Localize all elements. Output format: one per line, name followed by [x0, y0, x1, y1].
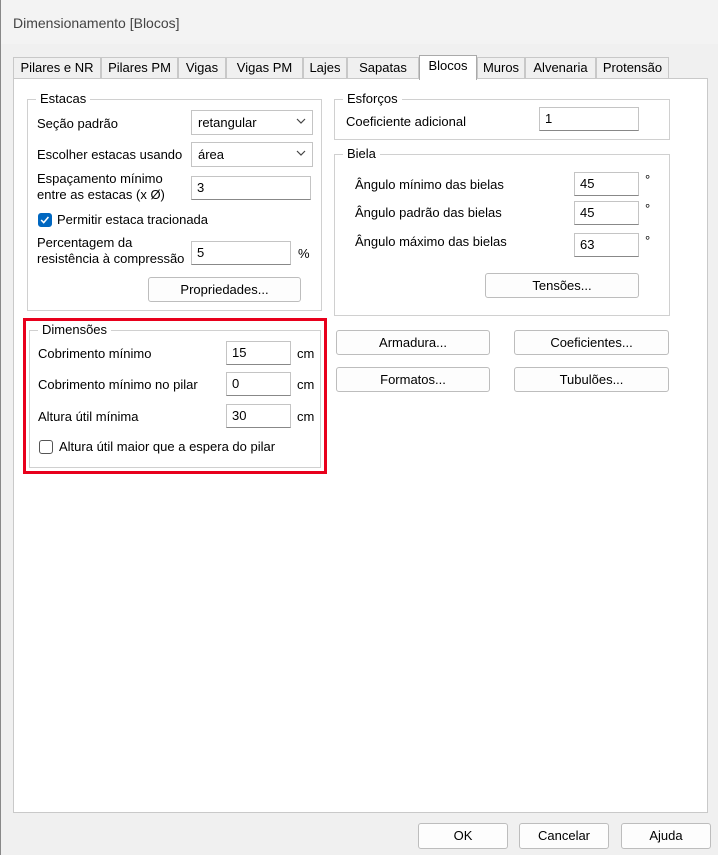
check-icon: [40, 216, 50, 224]
percentagem-label-2: resistência à compressão: [37, 251, 185, 266]
escolher-estacas-value: área: [198, 147, 225, 162]
highlight-box: [23, 318, 327, 474]
tab-lajes[interactable]: Lajes: [303, 57, 347, 78]
formatos-button[interactable]: Formatos...: [336, 367, 490, 392]
tensoes-button[interactable]: Tensões...: [485, 273, 639, 298]
biela-legend: Biela: [343, 146, 380, 161]
angulo-padrao-unit: °: [645, 201, 651, 216]
title-bar: Dimensionamento [Blocos]: [1, 0, 718, 44]
percentagem-label-1: Percentagem da: [37, 235, 133, 250]
armadura-button[interactable]: Armadura...: [336, 330, 490, 355]
estacas-legend: Estacas: [36, 91, 91, 106]
percentagem-input[interactable]: 5: [191, 241, 291, 265]
tab-pilares-e-nr[interactable]: Pilares e NR: [13, 57, 101, 78]
percentagem-unit: %: [298, 246, 310, 261]
permitir-tracionada-checkbox[interactable]: [38, 213, 52, 227]
chevron-down-icon: [296, 118, 306, 124]
secao-padrao-select[interactable]: retangular: [191, 110, 313, 135]
angulo-maximo-label: Ângulo máximo das bielas: [355, 234, 507, 249]
angulo-minimo-label: Ângulo mínimo das bielas: [355, 177, 504, 192]
espacamento-input[interactable]: 3: [191, 176, 311, 200]
ok-button[interactable]: OK: [418, 823, 508, 849]
tab-vigas[interactable]: Vigas: [178, 57, 226, 78]
secao-padrao-value: retangular: [198, 115, 257, 130]
dialog-window: Dimensionamento [Blocos] Pilares e NR Pi…: [0, 0, 718, 855]
coef-adicional-input[interactable]: 1: [539, 107, 639, 131]
escolher-estacas-select[interactable]: área: [191, 142, 313, 167]
tab-blocos[interactable]: Blocos: [419, 55, 477, 80]
tab-sapatas[interactable]: Sapatas: [347, 57, 419, 78]
tab-protensao[interactable]: Protensão: [596, 57, 669, 78]
tab-vigas-pm[interactable]: Vigas PM: [226, 57, 303, 78]
espacamento-label-2: entre as estacas (x Ø): [37, 187, 165, 202]
tab-pilares-pm[interactable]: Pilares PM: [101, 57, 178, 78]
ajuda-button[interactable]: Ajuda: [621, 823, 711, 849]
coeficientes-button[interactable]: Coeficientes...: [514, 330, 669, 355]
chevron-down-icon: [296, 150, 306, 156]
secao-padrao-label: Seção padrão: [37, 116, 118, 131]
window-title: Dimensionamento [Blocos]: [13, 15, 180, 31]
permitir-tracionada-label: Permitir estaca tracionada: [57, 212, 209, 227]
angulo-minimo-unit: °: [645, 172, 651, 187]
tab-muros[interactable]: Muros: [477, 57, 525, 78]
angulo-padrao-input[interactable]: 45: [574, 201, 639, 225]
angulo-minimo-input[interactable]: 45: [574, 172, 639, 196]
esforcos-legend: Esforços: [343, 91, 402, 106]
tab-alvenaria[interactable]: Alvenaria: [525, 57, 596, 78]
escolher-estacas-label: Escolher estacas usando: [37, 147, 183, 162]
espacamento-label-1: Espaçamento mínimo: [37, 171, 163, 186]
cancelar-button[interactable]: Cancelar: [519, 823, 609, 849]
angulo-maximo-input[interactable]: 63: [574, 233, 639, 257]
tubuloes-button[interactable]: Tubulões...: [514, 367, 669, 392]
angulo-maximo-unit: °: [645, 233, 651, 248]
propriedades-button[interactable]: Propriedades...: [148, 277, 301, 302]
angulo-padrao-label: Ângulo padrão das bielas: [355, 205, 502, 220]
coef-adicional-label: Coeficiente adicional: [346, 114, 466, 129]
